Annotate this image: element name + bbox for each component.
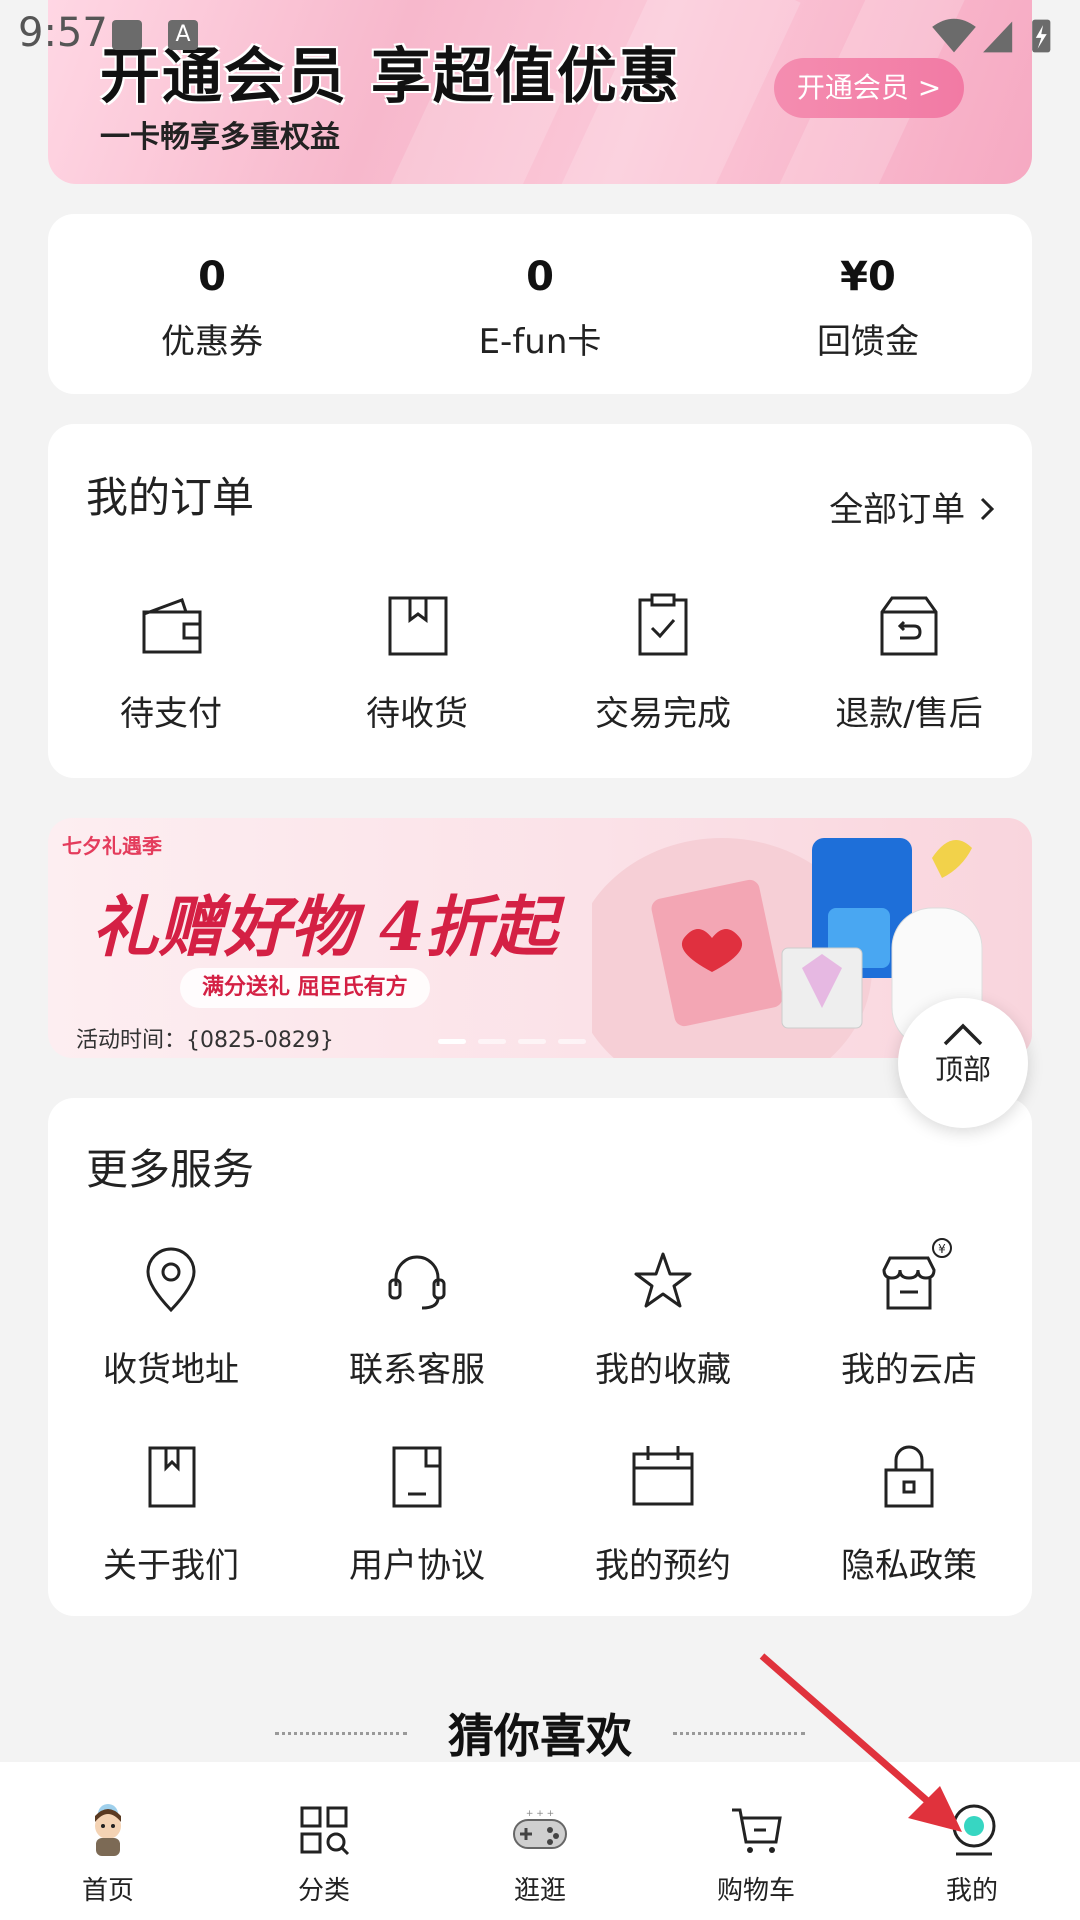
- recommendations-title: 猜你喜欢: [448, 1709, 632, 1763]
- calendar-icon: [632, 1446, 694, 1506]
- service-customer-support[interactable]: 联系客服: [294, 1246, 540, 1391]
- location-pin-icon: [146, 1247, 196, 1313]
- status-bar: 9:57 A: [0, 0, 1080, 74]
- bookmark-icon: [148, 1446, 196, 1508]
- order-label: 待支付: [120, 694, 222, 734]
- service-cloud-store[interactable]: ¥ 我的云店: [786, 1238, 1032, 1391]
- service-label: 我的收藏: [595, 1350, 731, 1390]
- vip-subtitle: 一卡畅享多重权益: [100, 120, 340, 155]
- services-title: 更多服务: [86, 1145, 255, 1194]
- carousel-dots: [438, 1039, 586, 1044]
- nav-home[interactable]: 首页: [0, 1762, 216, 1920]
- gamepad-icon: + + +: [513, 1809, 567, 1849]
- order-label: 交易完成: [595, 694, 731, 734]
- home-mascot-icon: [95, 1804, 121, 1856]
- divider: [274, 1731, 407, 1735]
- stat-label: 回馈金: [817, 322, 919, 362]
- back-to-top-label: 顶部: [934, 1053, 991, 1086]
- promo-headline: 礼赠好物 4折起: [92, 888, 557, 966]
- order-refund-aftersale[interactable]: 退款/售后: [786, 590, 1032, 735]
- stat-label: 优惠券: [161, 322, 263, 362]
- orders-title: 我的订单: [86, 473, 255, 522]
- stat-efun-card[interactable]: 0 E-fun卡: [376, 214, 704, 394]
- all-orders-link[interactable]: 全部订单: [829, 482, 998, 531]
- nav-label: 购物车: [716, 1876, 795, 1906]
- nav-label: 我的: [945, 1876, 998, 1906]
- account-stats-card: 0 优惠券 0 E-fun卡 ¥0 回馈金: [48, 214, 1032, 394]
- clipboard-check-icon: [638, 593, 688, 656]
- nav-label: 逛逛: [513, 1876, 566, 1906]
- service-privacy-policy[interactable]: 隐私政策: [786, 1442, 1032, 1587]
- stat-rebate[interactable]: ¥0 回馈金: [704, 214, 1032, 394]
- headset-icon: [388, 1255, 446, 1310]
- document-icon: [392, 1446, 442, 1508]
- service-appointments[interactable]: 我的预约: [540, 1442, 786, 1587]
- back-to-top-button[interactable]: 顶部: [898, 998, 1028, 1128]
- svg-text:+ + +: + + +: [526, 1809, 554, 1819]
- order-completed[interactable]: 交易完成: [540, 590, 786, 735]
- cart-icon: [732, 1808, 782, 1853]
- all-orders-label: 全部订单: [829, 490, 966, 530]
- stat-value: 0: [198, 254, 226, 300]
- signal-icon: [983, 21, 1013, 53]
- stat-value: 0: [526, 254, 554, 300]
- service-label: 联系客服: [349, 1350, 485, 1390]
- stat-label: E-fun卡: [478, 322, 602, 362]
- nav-explore[interactable]: + + + 逛逛: [432, 1762, 648, 1920]
- bottom-navigation: 首页 分类 + + + 逛逛 购物车 我的: [0, 1762, 1080, 1920]
- star-icon: [634, 1252, 692, 1308]
- nav-label: 首页: [81, 1876, 134, 1906]
- profile-icon: [952, 1804, 996, 1856]
- service-label: 我的云店: [841, 1350, 977, 1390]
- service-label: 收货地址: [103, 1350, 239, 1390]
- orders-grid: 待支付 待收货 交易完成 退款/售后: [48, 590, 1032, 735]
- recommendations-header: 猜你喜欢: [0, 1700, 1080, 1766]
- order-label: 待收货: [366, 694, 468, 734]
- promo-date: 活动时间：{0825-0829}: [76, 1028, 334, 1053]
- keyboard-indicator-icon: A: [168, 20, 198, 50]
- services-row-2: 关于我们 用户协议 我的预约 隐私政策: [48, 1442, 1032, 1587]
- promo-tag: 七夕礼遇季: [62, 834, 162, 858]
- return-box-icon: [880, 596, 938, 656]
- chevron-up-icon: [943, 1023, 983, 1046]
- more-services-card: 更多服务 收货地址 联系客服 我的收藏 ¥ 我的云店 关于我们 用户协议 我的预…: [48, 1098, 1032, 1616]
- stat-coupons[interactable]: 0 优惠券: [48, 214, 376, 394]
- lock-icon: [884, 1445, 934, 1508]
- order-pending-payment[interactable]: 待支付: [48, 590, 294, 735]
- stat-value: ¥0: [840, 254, 896, 300]
- service-label: 关于我们: [103, 1546, 239, 1586]
- my-orders-card: 我的订单 全部订单 待支付 待收货 交易完成 退款/售后: [48, 424, 1032, 778]
- status-right-icons: [932, 18, 1051, 53]
- nav-cart[interactable]: 购物车: [648, 1762, 864, 1920]
- wallet-icon: [142, 598, 202, 654]
- nav-category[interactable]: 分类: [216, 1762, 432, 1920]
- wifi-icon: [932, 18, 976, 53]
- divider: [673, 1731, 806, 1735]
- promo-banner[interactable]: 七夕礼遇季 礼赠好物 4折起 满分送礼 屈臣氏有方 活动时间：{0825-082…: [48, 818, 1032, 1058]
- svg-text:¥: ¥: [938, 1242, 946, 1256]
- category-grid-icon: [300, 1806, 350, 1856]
- service-favorites[interactable]: 我的收藏: [540, 1246, 786, 1391]
- promo-subline: 满分送礼 屈臣氏有方: [180, 968, 430, 1008]
- chevron-right-icon: [980, 497, 995, 521]
- order-label: 退款/售后: [835, 694, 983, 734]
- package-icon: [388, 596, 448, 656]
- services-row-1: 收货地址 联系客服 我的收藏 ¥ 我的云店: [48, 1238, 1032, 1391]
- nav-profile[interactable]: 我的: [864, 1762, 1080, 1920]
- order-pending-receipt[interactable]: 待收货: [294, 590, 540, 735]
- nav-label: 分类: [297, 1876, 350, 1906]
- store-icon: ¥: [882, 1238, 952, 1310]
- service-user-agreement[interactable]: 用户协议: [294, 1442, 540, 1587]
- service-shipping-address[interactable]: 收货地址: [48, 1246, 294, 1391]
- service-label: 隐私政策: [841, 1546, 977, 1586]
- notification-icon: [112, 20, 142, 50]
- service-about-us[interactable]: 关于我们: [48, 1442, 294, 1587]
- status-time: 9:57: [18, 10, 108, 56]
- service-label: 用户协议: [349, 1546, 485, 1586]
- service-label: 我的预约: [595, 1546, 731, 1586]
